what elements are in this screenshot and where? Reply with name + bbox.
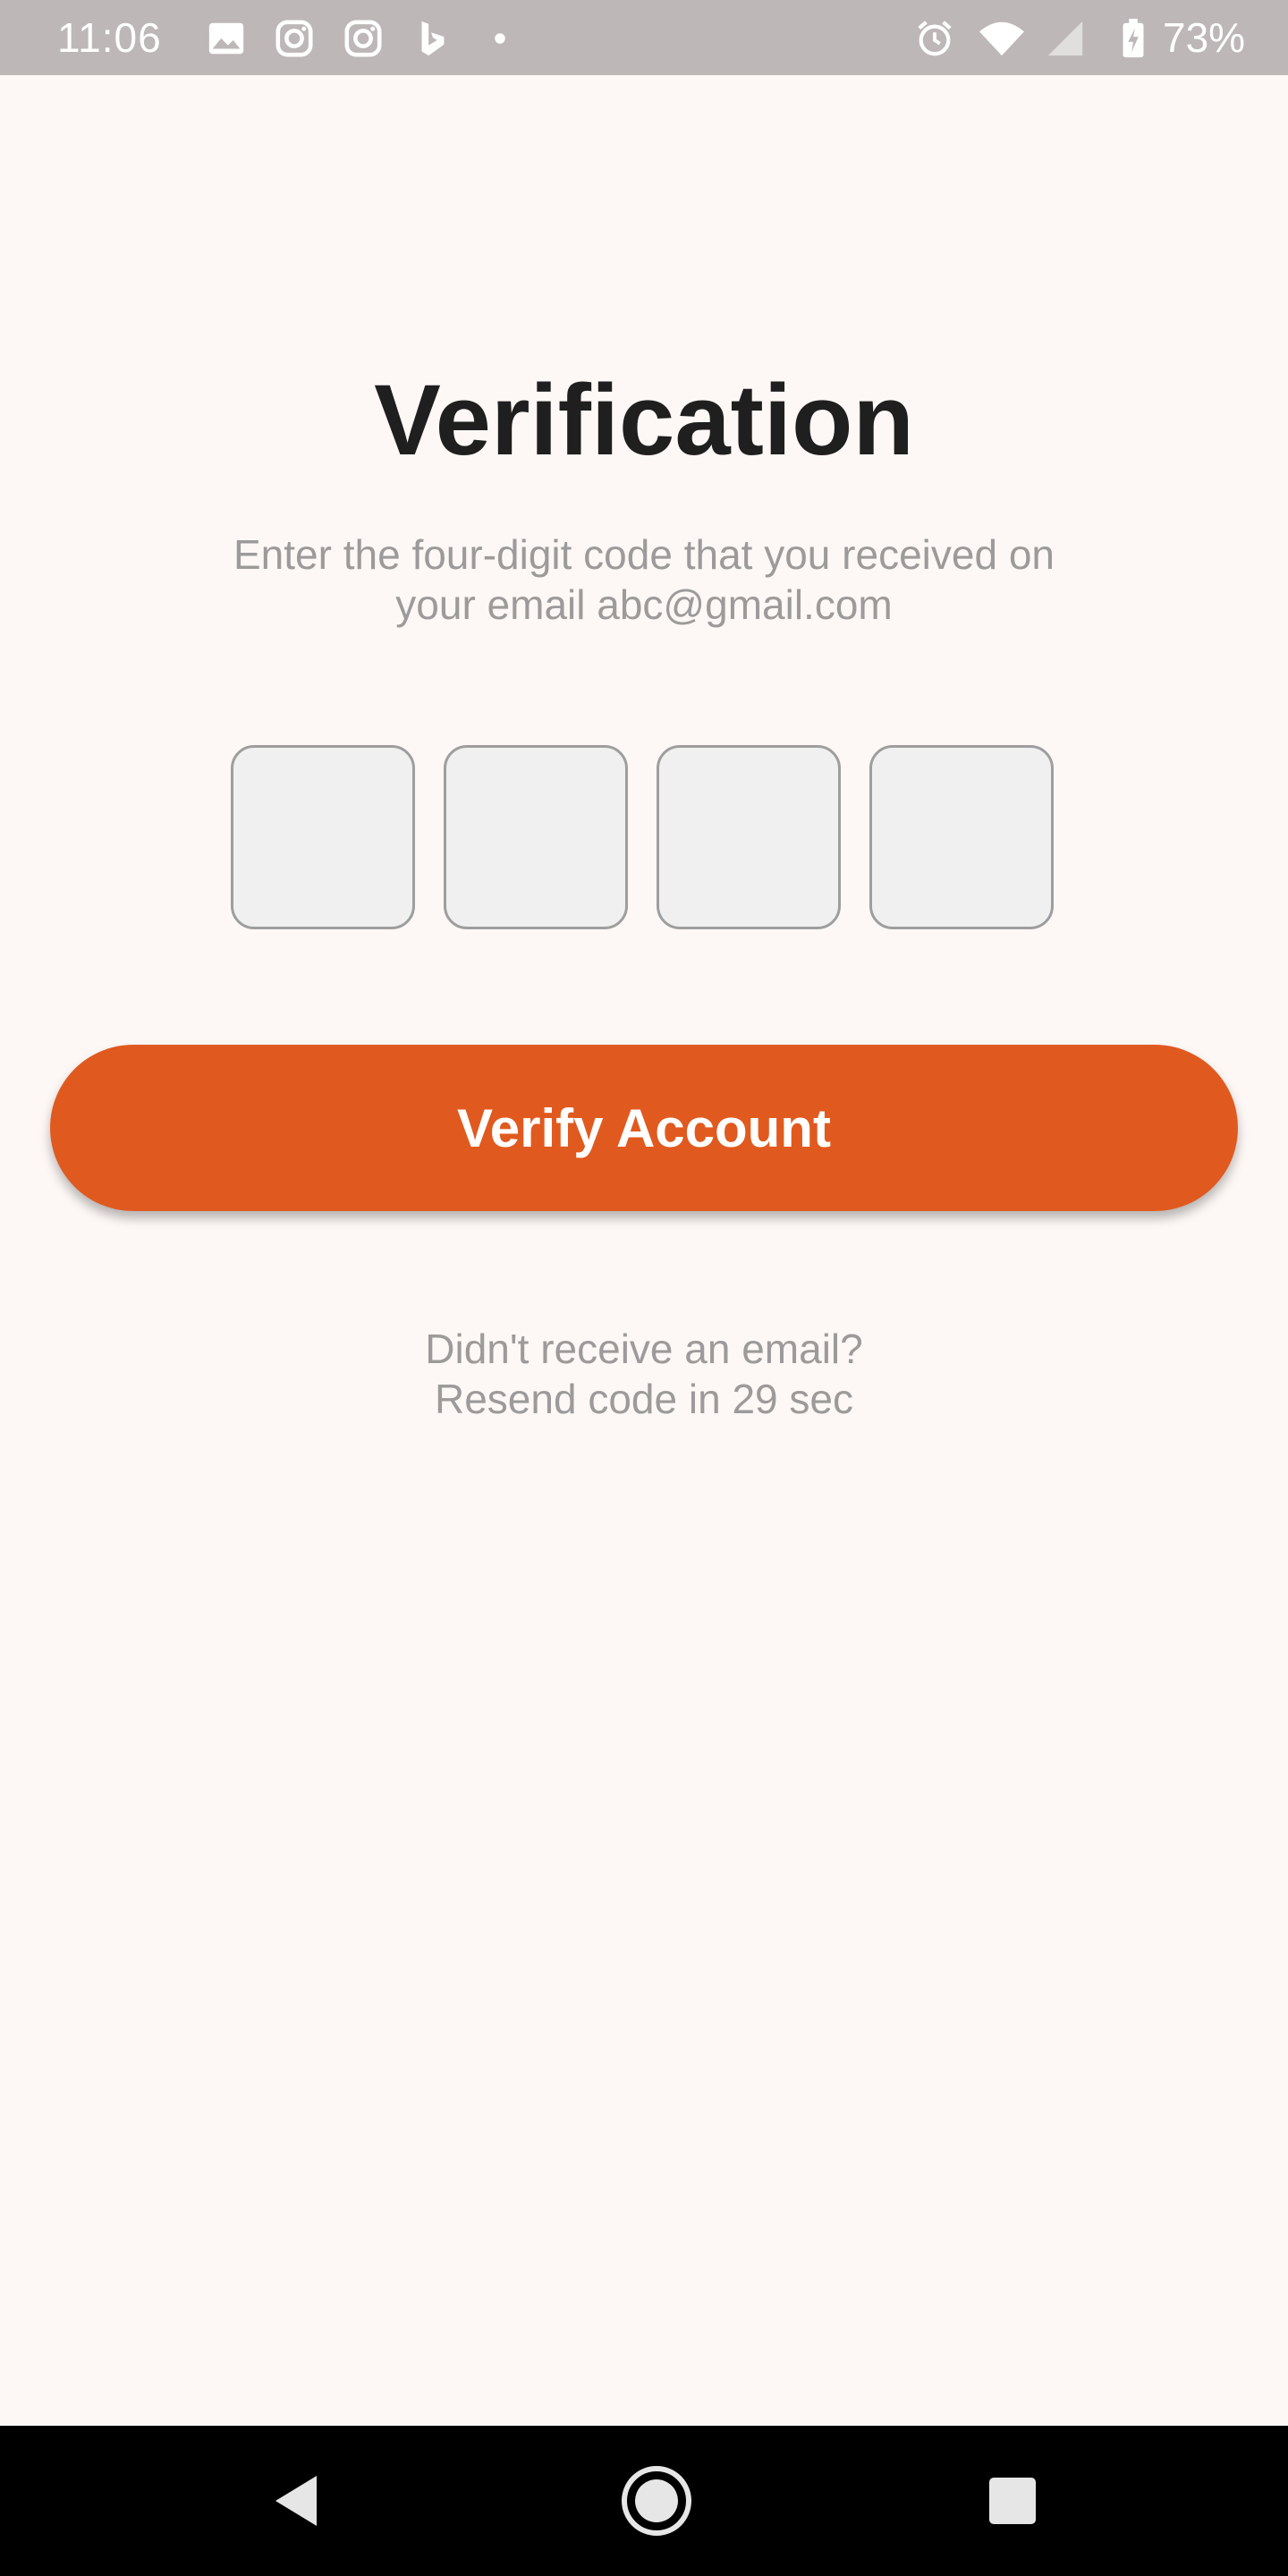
- instructions-line-2: your email abc@gmail.com: [395, 581, 893, 628]
- alarm-icon: [918, 21, 952, 56]
- code-digit-3-input[interactable]: [657, 745, 841, 929]
- wifi-icon: [979, 21, 1024, 56]
- resend-question: Didn't receive an email?: [425, 1326, 863, 1372]
- page-title: Verification: [374, 364, 914, 476]
- status-bar: 11:06 73%: [0, 0, 1288, 75]
- back-icon[interactable]: [252, 2456, 342, 2546]
- code-input-group: [231, 745, 1057, 933]
- battery-charging-icon: [1123, 18, 1144, 58]
- resend-countdown[interactable]: Resend code in 29 sec: [0, 1374, 1288, 1424]
- bing-icon: [421, 21, 445, 56]
- image-icon: [208, 22, 244, 55]
- navigation-bar: [0, 2426, 1288, 2576]
- verify-account-button[interactable]: Verify Account: [50, 1045, 1238, 1211]
- dot-icon: [495, 33, 505, 44]
- code-digit-1-input[interactable]: [231, 745, 415, 929]
- code-digit-2-input[interactable]: [444, 745, 628, 929]
- status-time: 11:06: [57, 14, 162, 61]
- code-digit-4-input[interactable]: [869, 745, 1054, 929]
- instagram-icon: [344, 20, 382, 57]
- battery-percentage: 73%: [1163, 14, 1246, 61]
- verification-instructions: Enter the four-digit code that you recei…: [152, 530, 1136, 630]
- resend-code-info: Didn't receive an email? Resend code in …: [0, 1324, 1288, 1424]
- home-icon[interactable]: [612, 2456, 701, 2546]
- recents-icon[interactable]: [968, 2456, 1057, 2546]
- instagram-icon: [275, 20, 313, 57]
- signal-icon: [1047, 21, 1083, 56]
- instructions-line-1: Enter the four-digit code that you recei…: [233, 531, 1055, 578]
